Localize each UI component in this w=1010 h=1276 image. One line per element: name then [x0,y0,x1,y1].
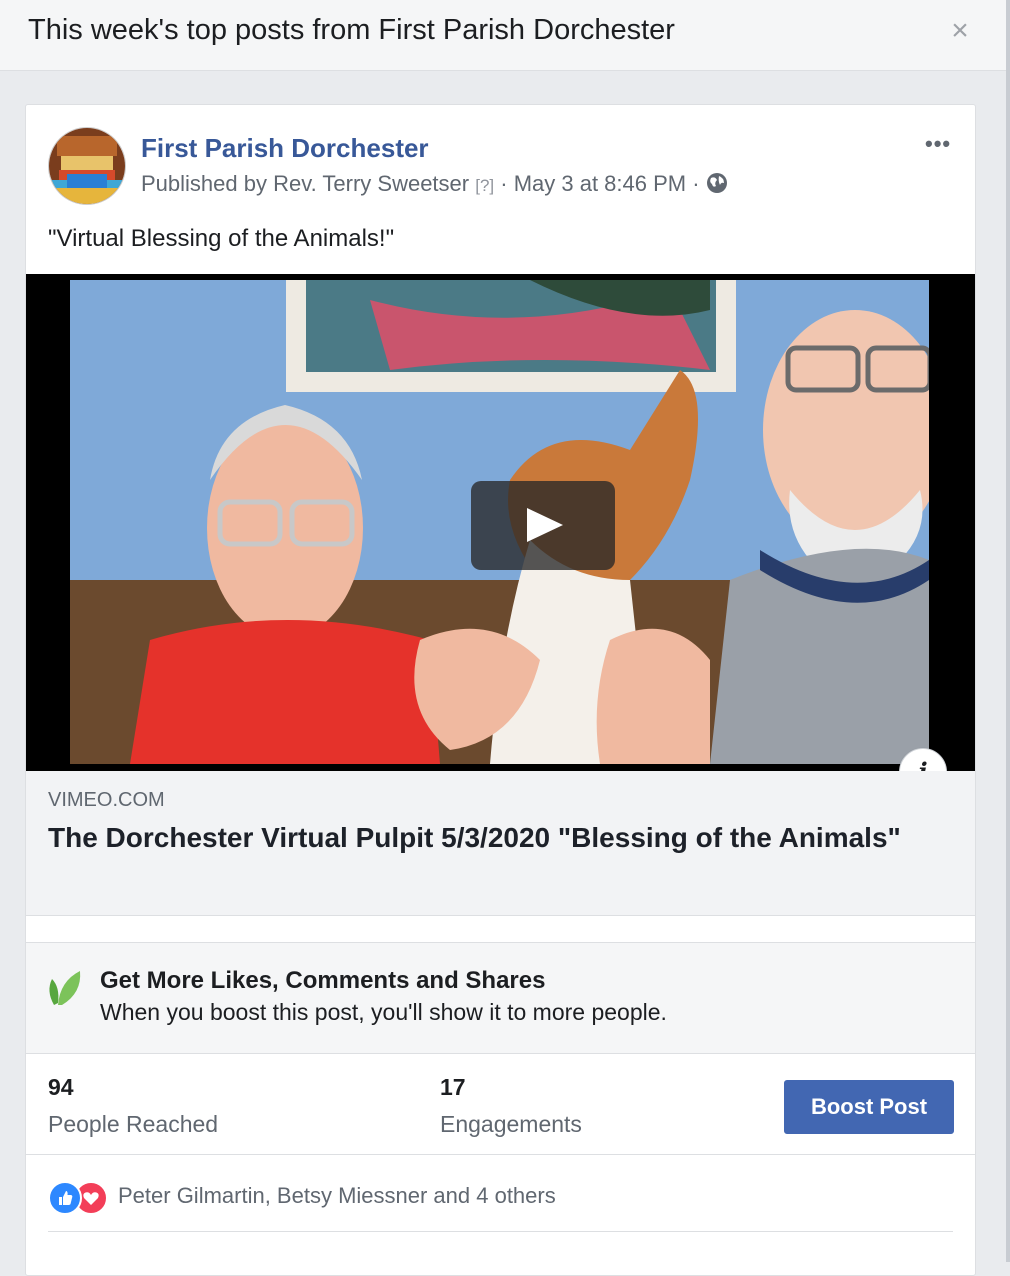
insights-row: 94 People Reached 17 Engagements Boost P… [26,1054,975,1155]
close-icon[interactable]: × [947,16,973,46]
post-card: First Parish Dorchester Published by Rev… [25,104,976,1276]
link-domain: VIMEO.COM [48,789,165,811]
stat-label: People Reached [48,1111,219,1137]
leaf-icon [44,967,82,1012]
link-preview[interactable]: VIMEO.COM The Dorchester Virtual Pulpit … [26,771,975,916]
stat-people-reached: 94 People Reached [48,1074,218,1138]
more-options-icon[interactable]: ••• [925,131,951,157]
post-meta: Published by Rev. Terry Sweetser [?] · M… [141,171,728,200]
meta-separator: · [686,171,706,196]
scrollbar-track[interactable] [1006,0,1010,1262]
help-marker[interactable]: [?] [475,176,494,195]
page-name-link[interactable]: First Parish Dorchester [141,133,429,164]
like-icon [48,1181,82,1215]
post-text: "Virtual Blessing of the Animals!" [48,225,395,252]
video-player[interactable] [26,274,975,771]
stat-engagements: 17 Engagements [440,1074,582,1138]
stat-label: Engagements [440,1111,582,1137]
boost-post-button[interactable]: Boost Post [784,1080,954,1134]
post-timestamp[interactable]: May 3 at 8:46 PM [514,171,686,196]
boost-promo: Get More Likes, Comments and Shares When… [26,943,975,1054]
boost-subtext: When you boost this post, you'll show it… [100,999,667,1025]
stat-value: 17 [440,1074,466,1100]
video-thumbnail[interactable] [70,280,929,764]
stat-value: 94 [48,1074,74,1100]
published-by[interactable]: Published by Rev. Terry Sweetser [141,171,469,196]
divider [48,1231,953,1232]
section-gap [26,916,975,943]
play-icon [527,508,563,542]
meta-separator: · [494,171,514,196]
dialog-header: This week's top posts from First Parish … [0,0,1008,71]
globe-icon[interactable] [706,172,728,200]
link-title[interactable]: The Dorchester Virtual Pulpit 5/3/2020 "… [48,819,928,857]
dialog-title: This week's top posts from First Parish … [28,14,675,46]
page-avatar[interactable] [48,127,126,205]
reactions-text[interactable]: Peter Gilmartin, Betsy Miessner and 4 ot… [118,1183,556,1209]
play-button[interactable] [471,481,615,570]
boost-heading: Get More Likes, Comments and Shares [100,967,546,994]
